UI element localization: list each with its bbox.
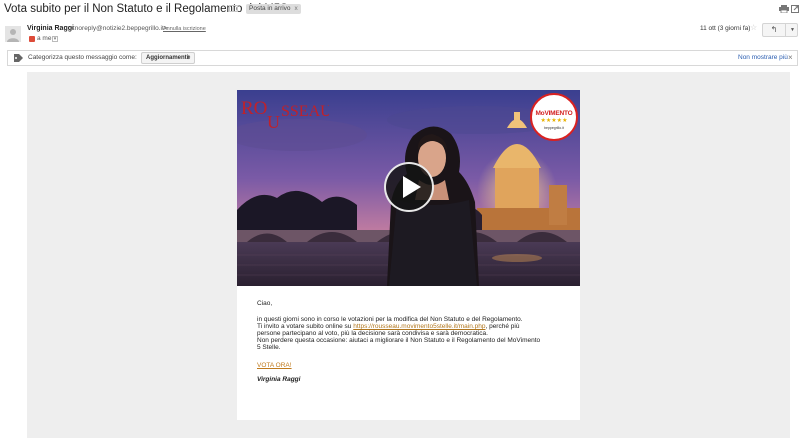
- body-line-2-end: , perché più: [485, 323, 520, 330]
- body-line-5: 5 Stelle.: [257, 344, 281, 351]
- badge-subtitle: beppegrillo.it: [544, 126, 564, 130]
- body-line-2: Ti invito a votare subito online su http…: [257, 323, 519, 330]
- greeting-text: Ciao,: [257, 300, 273, 307]
- inbox-label-chip[interactable]: Posta in arrivo x: [246, 4, 301, 14]
- lock-icon: [29, 36, 35, 42]
- play-icon: [403, 176, 421, 198]
- tag-icon: [14, 54, 23, 62]
- star-icon[interactable]: ☆: [750, 24, 757, 32]
- remove-label-icon[interactable]: x: [295, 5, 298, 12]
- vote-now-link[interactable]: VOTA ORA!: [257, 362, 292, 369]
- reply-button[interactable]: ↰: [763, 24, 786, 36]
- select-arrows-icon: ⬍: [186, 55, 191, 61]
- category-select[interactable]: Aggiornamenti ⬍: [141, 52, 195, 64]
- show-details-icon[interactable]: ▾: [52, 36, 58, 42]
- body-line-4: Non perdere questa occasione: aiutaci a …: [257, 337, 541, 344]
- more-actions-button[interactable]: ▼: [787, 24, 798, 36]
- movimento-5-stelle-logo: MoVIMENTO ★★★★★ beppegrillo.it: [530, 93, 578, 141]
- sender-name[interactable]: Virginia Raggi: [27, 25, 74, 32]
- body-line-2-text: Ti invito a votare subito online su: [257, 323, 354, 330]
- sender-email: <noreply@notizie2.beppegrillo.it>: [71, 25, 168, 32]
- reply-button-group: ↰ ▼: [762, 23, 798, 37]
- badge-stars: ★★★★★: [540, 118, 568, 124]
- signature: Virginia Raggi: [257, 376, 301, 383]
- badge-title: MoVIMENTO: [535, 110, 573, 117]
- email-date: 11 ott (3 giorni fa): [700, 25, 751, 32]
- new-window-icon[interactable]: [791, 5, 799, 13]
- categorize-label: Categorizza questo messaggio come:: [28, 54, 137, 61]
- svg-text:SSEAU: SSEAU: [281, 103, 329, 120]
- print-icon[interactable]: [779, 5, 789, 13]
- email-content-card: RO U SSEAU MoVIMENTO ★★★★★ beppegrillo.i…: [237, 90, 580, 420]
- rousseau-logo: RO U SSEAU: [241, 98, 329, 132]
- important-marker-icon[interactable]: [229, 5, 238, 12]
- video-thumbnail[interactable]: RO U SSEAU MoVIMENTO ★★★★★ beppegrillo.i…: [237, 90, 580, 286]
- close-icon[interactable]: ×: [788, 53, 793, 63]
- dont-show-again-link[interactable]: Non mostrare più: [738, 54, 788, 61]
- categorize-bar: Categorizza questo messaggio come: Aggio…: [7, 50, 798, 66]
- inbox-label-text: Posta in arrivo: [249, 5, 291, 12]
- svg-text:U: U: [267, 112, 280, 132]
- sender-row: Virginia Raggi <noreply@notizie2.beppegr…: [0, 20, 800, 48]
- rousseau-link[interactable]: https://rousseau.movimento5stelle.it/mai…: [353, 323, 485, 330]
- person-icon: [7, 29, 19, 42]
- unsubscribe-link[interactable]: Annulla iscrizione: [163, 26, 206, 32]
- sender-avatar[interactable]: [5, 26, 21, 42]
- svg-text:RO: RO: [241, 98, 267, 119]
- subject-row: Vota subito per il Non Statuto e il Rego…: [0, 0, 800, 18]
- recipient-text: a me: [37, 35, 52, 42]
- body-line-1: in questi giorni sono in corso le votazi…: [257, 316, 523, 323]
- body-line-3: persone partecipano al voto, più la deci…: [257, 330, 488, 337]
- play-button[interactable]: [384, 162, 434, 212]
- category-selected-value: Aggiornamenti: [146, 55, 189, 61]
